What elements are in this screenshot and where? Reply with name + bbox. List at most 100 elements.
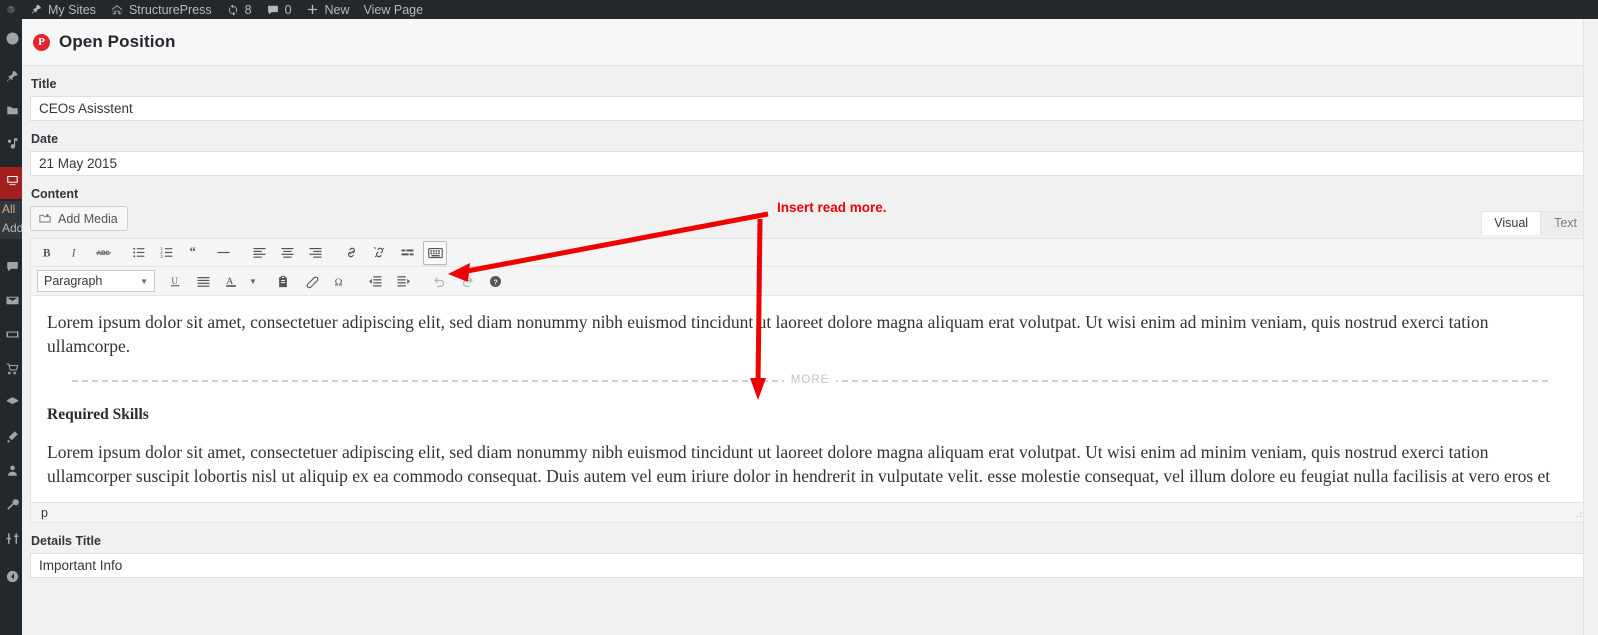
sidebar-submenu-add[interactable]: Add xyxy=(0,220,22,239)
cart-icon[interactable] xyxy=(3,359,21,377)
sidebar-submenu-label: All xyxy=(2,202,16,216)
title-input[interactable] xyxy=(30,96,1590,121)
details-title-input[interactable] xyxy=(30,553,1590,578)
updates-icon xyxy=(226,3,240,17)
portfolio-icon[interactable] xyxy=(3,134,21,152)
editor-status-bar: p xyxy=(31,502,1589,522)
justify-icon[interactable] xyxy=(191,269,215,293)
redo-icon[interactable] xyxy=(455,269,479,293)
adminbar-item-new[interactable]: New xyxy=(299,0,357,19)
format-select-value: Paragraph xyxy=(44,274,103,288)
adminbar-item-updates[interactable]: 8 xyxy=(219,0,259,19)
read-more-divider: MORE xyxy=(47,368,1573,392)
svg-text:U: U xyxy=(171,275,178,285)
media-add-icon xyxy=(38,212,52,226)
post-type-badge-icon: P xyxy=(33,33,50,51)
editor-top-row: Add Media Visual Text xyxy=(30,206,1590,235)
date-input[interactable] xyxy=(30,151,1590,176)
add-media-button[interactable]: Add Media xyxy=(30,206,128,231)
comments-icon[interactable] xyxy=(3,257,21,275)
content-field-label: Content xyxy=(31,187,79,201)
wordpress-logo-icon[interactable] xyxy=(0,0,22,19)
post-form: Title Date Content Add Media Visual Text xyxy=(22,66,1598,635)
adminbar-label: 0 xyxy=(284,2,292,17)
page-scrollbar[interactable] xyxy=(1583,19,1598,635)
outdent-icon[interactable] xyxy=(363,269,387,293)
italic-icon[interactable]: I xyxy=(63,241,87,265)
align-right-icon[interactable] xyxy=(303,241,327,265)
adminbar-item-comments[interactable]: 0 xyxy=(259,0,299,19)
media-icon[interactable] xyxy=(3,101,21,119)
sidebar-submenu-label: Add xyxy=(2,221,22,235)
svg-text:“: “ xyxy=(189,245,195,259)
adminbar-item-my-sites[interactable]: My Sites xyxy=(22,0,103,19)
tab-visual[interactable]: Visual xyxy=(1481,211,1542,235)
pushpin-icon[interactable] xyxy=(3,67,21,85)
insert-read-more-icon[interactable] xyxy=(395,241,419,265)
open-position-icon[interactable] xyxy=(3,171,21,189)
editor-content-area[interactable]: Lorem ipsum dolor sit amet, consectetuer… xyxy=(31,296,1589,502)
underline-icon[interactable]: U xyxy=(163,269,187,293)
insert-link-icon[interactable] xyxy=(339,241,363,265)
paste-as-text-icon[interactable] xyxy=(271,269,295,293)
editor-container: B I ABC 123 “ Paragraph ▼ U A ▼ Ω ? Lore… xyxy=(30,238,1590,523)
editor-mode-tabs: Visual Text xyxy=(1481,206,1590,235)
svg-text:ABC: ABC xyxy=(96,251,110,257)
settings-icon[interactable] xyxy=(3,529,21,547)
remove-link-icon[interactable] xyxy=(367,241,391,265)
wp-admin-bar: My Sites StructurePress 8 0 New View Pag… xyxy=(0,0,1598,19)
strikethrough-icon[interactable]: ABC xyxy=(91,241,115,265)
clear-formatting-icon[interactable] xyxy=(299,269,323,293)
align-left-icon[interactable] xyxy=(247,241,271,265)
bullet-list-icon[interactable] xyxy=(127,241,151,265)
date-field-label: Date xyxy=(31,132,59,146)
undo-icon[interactable] xyxy=(427,269,451,293)
special-character-icon[interactable]: Ω xyxy=(327,269,351,293)
editor-paragraph-1: Lorem ipsum dolor sit amet, consectetuer… xyxy=(47,312,1489,356)
admin-sidebar-menu[interactable]: All Add xyxy=(0,19,22,635)
add-media-label: Add Media xyxy=(58,211,118,226)
plus-icon xyxy=(306,3,320,17)
appearance-icon[interactable] xyxy=(3,427,21,445)
numbered-list-icon[interactable]: 123 xyxy=(155,241,179,265)
blockquote-icon[interactable]: “ xyxy=(183,241,207,265)
horizontal-rule-icon[interactable] xyxy=(211,241,235,265)
svg-text:I: I xyxy=(70,247,76,259)
sidebar-submenu-all[interactable]: All xyxy=(0,201,22,220)
mail-icon[interactable] xyxy=(3,291,21,309)
editor-toolbar-row-2: Paragraph ▼ U A ▼ Ω ? xyxy=(31,267,1589,296)
page-header: P Open Position xyxy=(22,19,1598,66)
format-select[interactable]: Paragraph ▼ xyxy=(37,270,155,292)
details-title-field-label: Details Title xyxy=(31,534,101,548)
svg-text:B: B xyxy=(43,247,51,259)
wp-body: P Open Position Title Date Content Add M… xyxy=(22,19,1598,635)
svg-text:?: ? xyxy=(493,278,497,286)
dashboard-icon[interactable] xyxy=(3,29,21,47)
chevron-down-icon: ▼ xyxy=(140,276,148,286)
indent-icon[interactable] xyxy=(391,269,415,293)
editor-toolbar-row-1: B I ABC 123 “ xyxy=(31,239,1589,267)
svg-text:Ω: Ω xyxy=(334,277,342,288)
tools-icon[interactable] xyxy=(3,495,21,513)
page-title: Open Position xyxy=(59,32,176,51)
text-color-caret-icon[interactable]: ▼ xyxy=(247,269,259,293)
editor-element-path[interactable]: p xyxy=(41,506,48,520)
adminbar-item-site-name[interactable]: StructurePress xyxy=(103,0,219,19)
text-color-icon[interactable]: A xyxy=(219,269,243,293)
title-field-label: Title xyxy=(31,77,57,91)
slider-icon[interactable] xyxy=(3,325,21,343)
help-icon[interactable]: ? xyxy=(483,269,507,293)
align-center-icon[interactable] xyxy=(275,241,299,265)
adminbar-item-view-page[interactable]: View Page xyxy=(357,0,431,19)
pushpin-icon xyxy=(29,3,43,17)
adminbar-label: My Sites xyxy=(48,2,96,17)
layers-icon[interactable] xyxy=(3,393,21,411)
users-icon[interactable] xyxy=(3,461,21,479)
comment-icon xyxy=(266,3,280,17)
read-more-label: MORE xyxy=(783,368,837,392)
editor-paragraph-2: Lorem ipsum dolor sit amet, consectetuer… xyxy=(47,442,1551,486)
collapse-icon[interactable] xyxy=(3,567,21,585)
svg-text:3: 3 xyxy=(160,254,163,259)
bold-icon[interactable]: B xyxy=(35,241,59,265)
toggle-toolbar-icon[interactable] xyxy=(423,240,447,265)
